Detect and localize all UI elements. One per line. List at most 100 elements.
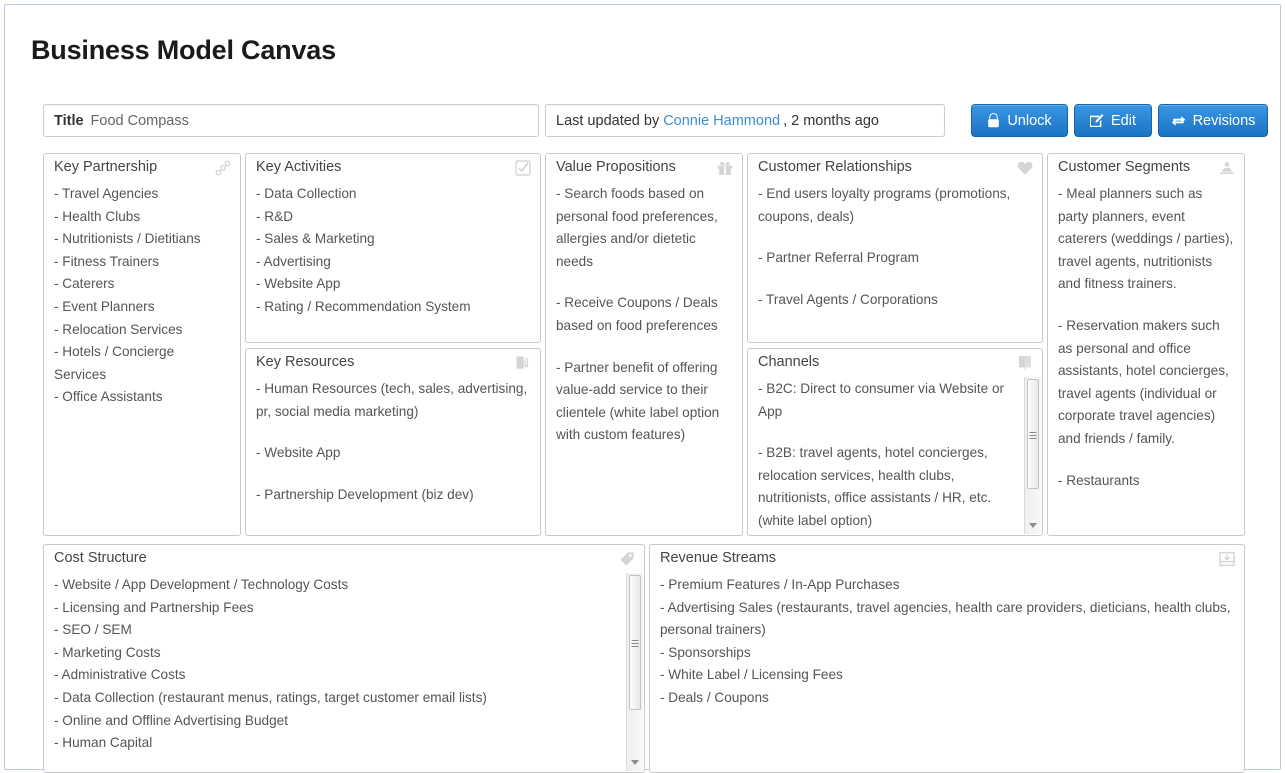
list-item: - Travel Agencies [54,183,230,206]
list-item: - Partnership Development (biz dev) [256,484,530,507]
panel-body: - Travel Agencies - Health Clubs - Nutri… [44,181,240,415]
list-item: - Sales & Marketing [256,228,530,251]
list-item: - Marketing Costs [54,642,618,665]
list-item: - Reservation makers such as personal an… [1058,315,1234,451]
list-item: - Partner Referral Program [758,247,1032,270]
title-value: Food Compass [91,113,189,129]
list-item: - Website / App Development / Technology… [54,574,618,597]
panel-header: Revenue Streams [650,545,1244,572]
panel-customer-segments[interactable]: Customer Segments - Meal planners such a… [1047,153,1245,536]
panel-body: - Premium Features / In-App Purchases - … [650,572,1244,716]
pencil-square-icon [1090,114,1104,128]
list-item: - Human Capital [54,732,618,755]
list-item: - Human Resources (tech, sales, advertis… [256,378,530,423]
panel-title: Key Activities [256,159,341,175]
revisions-loop-icon [1171,114,1186,128]
unlock-label: Unlock [1007,113,1051,129]
panel-key-resources[interactable]: Key Resources - Human Resources (tech, s… [245,348,541,536]
list-item: - Deals / Coupons [660,687,1234,710]
panel-header: Key Activities [246,154,540,181]
scrollbar-down-arrow[interactable] [627,754,643,771]
list-item: - Advertising [256,251,530,274]
panel-title: Key Partnership [54,159,157,175]
panel-header: Value Propositions [546,154,742,181]
list-item: - Administrative Costs [54,664,618,687]
panel-header: Key Resources [246,349,540,376]
panel-title: Revenue Streams [660,550,776,566]
last-updated-time: , 2 months ago [783,113,879,129]
list-item: - Online and Offline Advertising Budget [54,710,618,733]
list-item: - Office Assistants [54,386,230,409]
list-item: - B2C: Direct to consumer via Website or… [758,378,1016,423]
panel-key-activities[interactable]: Key Activities - Data Collection - R&D -… [245,153,541,343]
panel-header: Key Partnership [44,154,240,181]
list-item: - End users loyalty programs (promotions… [758,183,1032,228]
panel-body: - Search foods based on personal food pr… [546,181,742,453]
heart-icon [1016,159,1034,177]
panel-body: - Human Resources (tech, sales, advertis… [246,376,540,512]
cost-structure-scrollbar[interactable] [626,573,643,771]
list-item: - Data Collection [256,183,530,206]
revisions-label: Revisions [1193,113,1256,129]
panel-title: Customer Relationships [758,159,912,175]
people-group-icon [1218,159,1236,177]
list-item: - Event Planners [54,296,230,319]
panel-header: Channels [748,349,1042,376]
fuel-pump-icon [514,354,532,372]
panel-body: - Website / App Development / Technology… [44,572,644,761]
list-item: - Restaurants [1058,470,1234,493]
list-item: - Fitness Trainers [54,251,230,274]
channels-scrollbar[interactable] [1024,377,1041,534]
scrollbar-grip [1030,430,1037,441]
panel-revenue-streams[interactable]: Revenue Streams - Premium Features / In-… [649,544,1245,773]
list-item: - Health Clubs [54,206,230,229]
list-item: - Receive Coupons / Deals based on food … [556,292,732,337]
panel-cost-structure[interactable]: Cost Structure - Website / App Developme… [43,544,645,773]
last-updated-field: Last updated by Connie Hammond , 2 month… [545,104,945,137]
inbox-download-icon [1218,550,1236,568]
scrollbar-down-arrow[interactable] [1025,517,1041,534]
last-updated-user-link[interactable]: Connie Hammond [663,113,780,129]
panel-body: - Meal planners such as party planners, … [1048,181,1244,498]
list-item: - White Label / Licensing Fees [660,664,1234,687]
panel-title: Value Propositions [556,159,676,175]
app-frame: Business Model Canvas Title Food Compass… [4,4,1281,770]
revisions-button[interactable]: Revisions [1158,104,1268,137]
list-item: - B2B: travel agents, hotel concierges, … [758,442,1016,532]
scrollbar-thumb[interactable] [1027,379,1039,489]
list-item: - Advertising Sales (restaurants, travel… [660,597,1234,642]
panel-title: Channels [758,354,819,370]
signpost-flag-icon [1016,354,1034,372]
panel-channels[interactable]: Channels - B2C: Direct to consumer via W… [747,348,1043,536]
title-label: Title [54,113,84,129]
list-item: - Hotels / Concierge Services [54,341,230,386]
panel-body: - B2C: Direct to consumer via Website or… [748,376,1042,536]
list-item: - Nutritionists / Dietitians [54,228,230,251]
panel-customer-relationships[interactable]: Customer Relationships - End users loyal… [747,153,1043,343]
list-item: - Caterers [54,273,230,296]
list-item: - Licensing and Partnership Fees [54,597,618,620]
edit-button[interactable]: Edit [1074,104,1152,137]
list-item: - Data Collection (restaurant menus, rat… [54,687,618,710]
page-title: Business Model Canvas [31,35,336,66]
list-item: - Meal planners such as party planners, … [1058,183,1234,296]
title-input[interactable]: Title Food Compass [43,104,539,137]
last-updated-prefix: Last updated by [556,113,659,129]
toolbar: Title Food Compass Last updated by Conni… [43,104,1251,140]
price-tag-icon [618,550,636,568]
list-item: - Premium Features / In-App Purchases [660,574,1234,597]
unlock-button[interactable]: Unlock [971,104,1068,137]
list-item: - Travel Agents / Corporations [758,289,1032,312]
lock-icon [987,113,1000,128]
checkbox-checked-icon [514,159,532,177]
list-item: - R&D [256,206,530,229]
panel-key-partnership[interactable]: Key Partnership - Travel Agencies - Heal… [43,153,241,536]
panel-value-propositions[interactable]: Value Propositions - Search foods based … [545,153,743,536]
panel-title: Customer Segments [1058,159,1190,175]
list-item: - Relocation Services [54,319,230,342]
scrollbar-thumb[interactable] [629,575,641,710]
list-item: - Partner benefit of offering value-add … [556,357,732,447]
list-item: - Website App [256,442,530,465]
panel-header: Cost Structure [44,545,644,572]
list-item: - SEO / SEM [54,619,618,642]
